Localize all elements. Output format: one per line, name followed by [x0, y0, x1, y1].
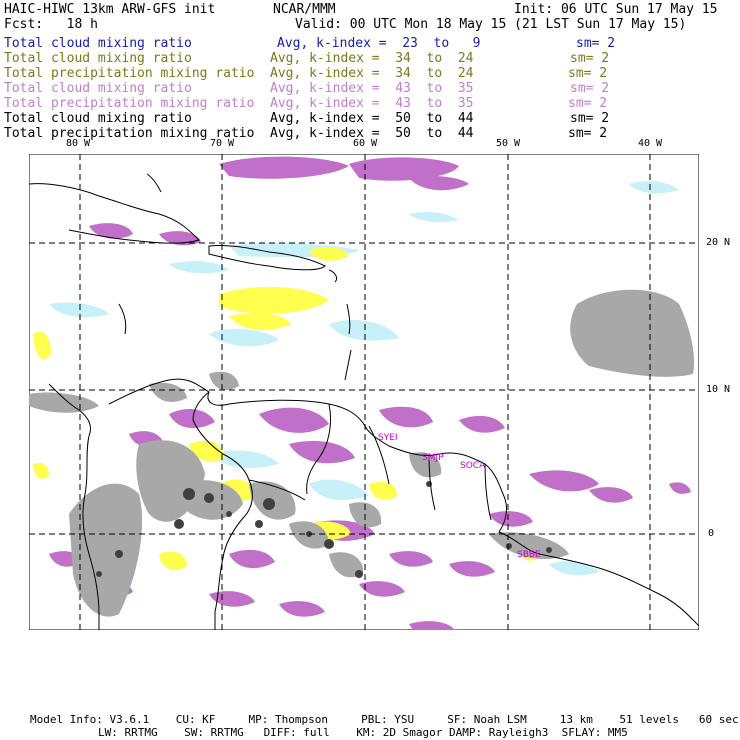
legend-sm: sm= 2 [568, 126, 608, 141]
legend-field: Total precipitation mixing ratio [4, 66, 255, 81]
model-title: HAIC-HIWC 13km ARW-GFS init [4, 2, 216, 17]
legend-avg: Avg, k-index = 23 to 9 [277, 36, 481, 51]
legend-field: Total cloud mixing ratio [4, 81, 192, 96]
legend-sm: sm= 2 [570, 111, 610, 126]
lon-label: 40 W [638, 138, 663, 149]
init-time: Init: 06 UTC Sun 17 May 15 [514, 2, 718, 17]
legend-field: Total cloud mixing ratio [4, 51, 192, 66]
model-info-line1: Model Info: V3.6.1 CU: KF MP: Thompson P… [30, 713, 739, 726]
lon-label: 80 W [66, 138, 91, 149]
station-label: SOCA [460, 461, 486, 471]
map-panel[interactable]: SYEI SMJP SOCA SBBE [29, 154, 699, 630]
lat-label: 0 [708, 528, 715, 539]
lon-label: 60 W [353, 138, 378, 149]
station-label: SMJP [422, 453, 444, 463]
lat-label: 10 N [706, 384, 731, 395]
legend-avg: Avg, k-index = 50 to 44 [270, 111, 474, 126]
model-info-line2: LW: RRTMG SW: RRTMG DIFF: full KM: 2D Sm… [98, 726, 628, 739]
legend-sm: sm= 2 [568, 66, 608, 81]
legend-sm: sm= 2 [570, 51, 610, 66]
forecast-hour: Fcst: 18 h [4, 17, 98, 32]
legend-avg: Avg, k-index = 34 to 24 [270, 51, 474, 66]
legend-avg: Avg, k-index = 43 to 35 [270, 81, 474, 96]
legend-sm: sm= 2 [568, 96, 608, 111]
valid-time: Valid: 00 UTC Mon 18 May 15 (21 LST Sun … [295, 17, 687, 32]
station-label: SYEI [378, 433, 398, 443]
legend-field: Total precipitation mixing ratio [4, 96, 255, 111]
lon-label: 70 W [210, 138, 235, 149]
legend-avg: Avg, k-index = 43 to 35 [270, 96, 474, 111]
legend-sm: sm= 2 [570, 81, 610, 96]
station-label: SBBE [517, 550, 541, 560]
lat-label: 20 N [706, 237, 731, 248]
legend-sm: sm= 2 [576, 36, 616, 51]
legend-field: Total cloud mixing ratio [4, 111, 192, 126]
institution: NCAR/MMM [273, 2, 336, 17]
lon-label: 50 W [496, 138, 521, 149]
legend-field: Total cloud mixing ratio [4, 36, 192, 51]
legend-avg: Avg, k-index = 34 to 24 [270, 66, 474, 81]
